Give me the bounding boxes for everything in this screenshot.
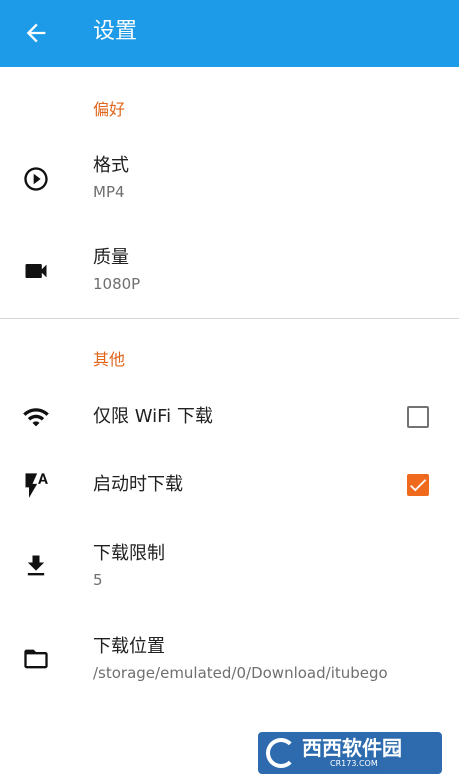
page-title: 设置 bbox=[93, 19, 138, 44]
wifi-icon bbox=[23, 408, 49, 427]
check-icon bbox=[410, 479, 427, 492]
setting-format-value: MP4 bbox=[93, 183, 125, 201]
download-icon bbox=[27, 555, 45, 576]
setting-download-limit-value: 5 bbox=[93, 571, 103, 589]
play-circle-icon bbox=[24, 167, 48, 191]
setting-wifi-only-label: 仅限 WiFi 下载 bbox=[93, 406, 213, 427]
setting-download-on-start-label: 启动时下载 bbox=[93, 474, 183, 495]
setting-download-on-start[interactable]: 启动时下载 bbox=[0, 453, 459, 517]
watermark-text: 西西软件园 bbox=[302, 736, 402, 760]
setting-quality-value: 1080P bbox=[93, 275, 141, 293]
app-bar: 设置 bbox=[0, 0, 459, 67]
setting-wifi-only[interactable]: 仅限 WiFi 下载 bbox=[0, 385, 459, 449]
setting-download-location-value: /storage/emulated/0/Download/itubego bbox=[93, 664, 388, 682]
setting-format-label: 格式 bbox=[93, 155, 129, 176]
flash-auto-icon bbox=[25, 473, 48, 498]
videocam-icon bbox=[25, 264, 47, 278]
arrow-back-icon[interactable] bbox=[22, 19, 50, 47]
setting-download-location-label: 下载位置 bbox=[93, 636, 165, 657]
download-on-start-checkbox[interactable] bbox=[407, 474, 429, 496]
setting-download-limit[interactable]: 下载限制 5 bbox=[0, 527, 459, 607]
setting-quality[interactable]: 质量 1080P bbox=[0, 232, 459, 312]
setting-download-location[interactable]: 下载位置 /storage/emulated/0/Download/itubeg… bbox=[0, 620, 459, 700]
wifi-only-checkbox[interactable] bbox=[407, 406, 429, 428]
section-divider bbox=[0, 318, 459, 319]
setting-download-limit-label: 下载限制 bbox=[93, 543, 165, 564]
watermark-circle-icon bbox=[266, 738, 296, 768]
folder-icon bbox=[24, 649, 48, 669]
setting-quality-label: 质量 bbox=[93, 247, 129, 268]
watermark-logo: 西西软件园 CR173.COM bbox=[258, 732, 442, 774]
section-header-preferences: 偏好 bbox=[93, 100, 126, 119]
setting-format[interactable]: 格式 MP4 bbox=[0, 140, 459, 220]
watermark-subtext: CR173.COM bbox=[330, 759, 378, 768]
section-header-other: 其他 bbox=[93, 350, 126, 369]
